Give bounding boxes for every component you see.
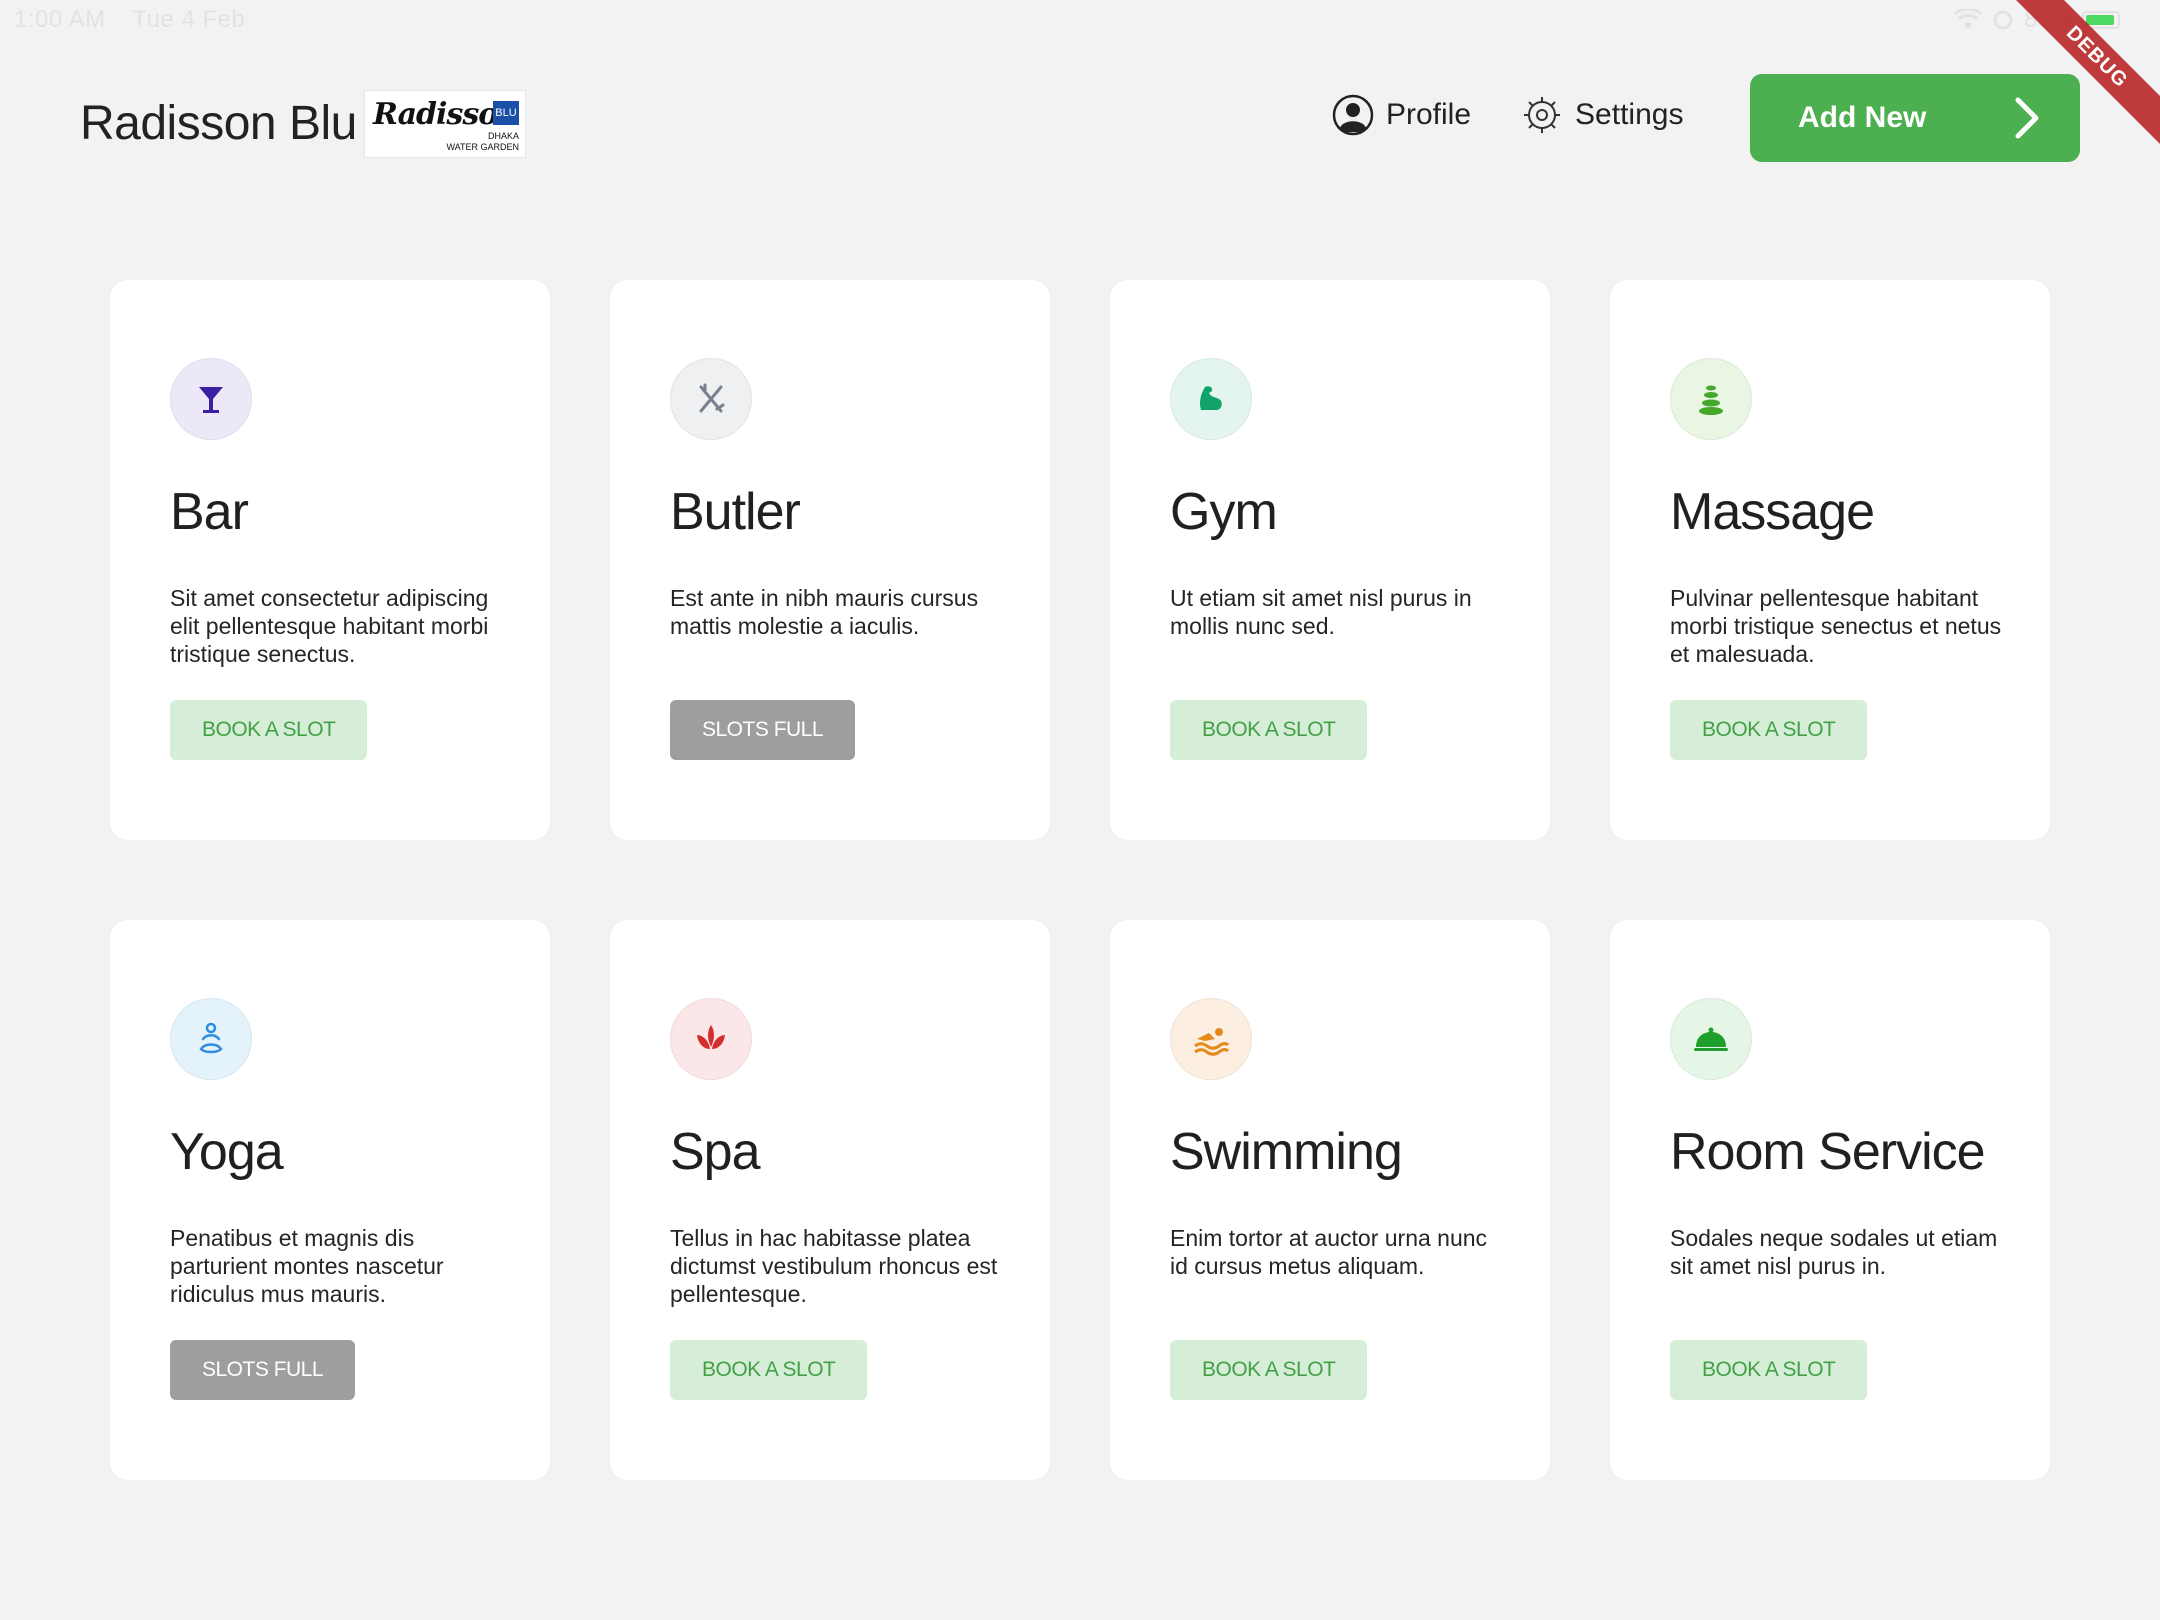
card-description: Enim tortor at auctor urna nunc id cursu… — [1170, 1225, 1488, 1279]
hotel-name: Radisson Blu — [80, 97, 357, 150]
logo-sub-line2: WATER GARDEN — [446, 142, 519, 152]
wifi-icon — [1953, 9, 1982, 29]
logo-sub-line1: DHAKA — [487, 131, 519, 141]
settings-link[interactable]: Settings — [1521, 94, 1683, 136]
logo-badge: BLU — [493, 101, 519, 125]
gear-icon — [1524, 97, 1561, 133]
user-icon — [1332, 94, 1374, 136]
massage-icon-badge — [1670, 358, 1752, 440]
spa-icon-badge — [670, 998, 752, 1080]
service-card-butler: Butler Est ante in nibh mauris cursus ma… — [610, 280, 1050, 840]
card-description: Pulvinar pellentesque habitant morbi tri… — [1670, 585, 2002, 667]
location-icon — [1993, 10, 2013, 30]
cocktail-icon — [199, 387, 223, 413]
status-date: Tue 4 Feb — [132, 6, 246, 33]
settings-label: Settings — [1575, 98, 1684, 131]
book-slot-button[interactable]: BOOK A SLOT — [170, 700, 368, 760]
card-title: Yoga — [170, 1123, 284, 1181]
profile-label: Profile — [1386, 98, 1472, 131]
service-card-massage: Massage Pulvinar pellentesque habitant m… — [1610, 280, 2050, 840]
header-nav: Profile Settings — [1332, 94, 1683, 136]
book-slot-button[interactable]: BOOK A SLOT — [1670, 1340, 1868, 1400]
service-card-spa: Spa Tellus in hac habitasse platea dictu… — [610, 920, 1050, 1480]
book-slot-button[interactable]: BOOK A SLOT — [1670, 700, 1868, 760]
card-title: Massage — [1670, 483, 1875, 541]
hotel-logo: Radisson BLU DHAKA WATER GARDEN — [364, 90, 526, 158]
service-card-gym: Gym Ut etiam sit amet nisl purus in moll… — [1110, 280, 1550, 840]
service-card-bar: Bar Sit amet consectetur adipiscing elit… — [110, 280, 550, 840]
status-left: 1:00 AM Tue 4 Feb — [14, 6, 265, 34]
card-description: Tellus in hac habitasse platea dictumst … — [670, 1225, 998, 1307]
card-title: Room Service — [1670, 1123, 1986, 1181]
book-slot-button[interactable]: BOOK A SLOT — [670, 1340, 868, 1400]
card-description: Penatibus et magnis dis parturient monte… — [170, 1225, 444, 1307]
card-title: Bar — [170, 483, 249, 541]
profile-link[interactable]: Profile — [1332, 94, 1471, 136]
card-description: Est ante in nibh mauris cursus mattis mo… — [670, 585, 979, 639]
chevron-right-icon — [2015, 97, 2039, 139]
swimming-icon-badge — [1170, 998, 1252, 1080]
card-title: Butler — [670, 483, 801, 541]
header: Radisson Blu Radisson BLU DHAKA WATER GA… — [0, 72, 2160, 182]
add-new-label: Add New — [1798, 101, 1927, 134]
gym-icon-badge — [1170, 358, 1252, 440]
yoga-icon-badge — [170, 998, 252, 1080]
logo-subtitle: DHAKA WATER GARDEN — [429, 131, 519, 153]
book-slot-button[interactable]: BOOK A SLOT — [1170, 700, 1368, 760]
butler-icon-badge — [670, 358, 752, 440]
card-title: Gym — [1170, 483, 1278, 541]
slots-full-button[interactable]: SLOTS FULL — [170, 1340, 356, 1400]
app-screen: 1:00 AM Tue 4 Feb 89% DEBUG Radisson Blu… — [0, 0, 2160, 1620]
card-description: Ut etiam sit amet nisl purus in mollis n… — [1170, 585, 1472, 639]
cloche-icon — [1694, 1027, 1728, 1051]
service-card-room-service: Room Service Sodales neque sodales ut et… — [1610, 920, 2050, 1480]
book-slot-button[interactable]: BOOK A SLOT — [1170, 1340, 1368, 1400]
card-title: Swimming — [1170, 1123, 1403, 1181]
spa-stones-icon — [1699, 385, 1723, 415]
flexed-arm-icon — [1200, 386, 1222, 410]
slots-full-button[interactable]: SLOTS FULL — [670, 700, 856, 760]
swimmer-icon — [1194, 1028, 1230, 1056]
status-time: 1:00 AM — [14, 6, 106, 33]
room-service-icon-badge — [1670, 998, 1752, 1080]
services-grid: Bar Sit amet consectetur adipiscing elit… — [110, 280, 2050, 1480]
card-description: Sodales neque sodales ut etiam sit amet … — [1670, 1225, 1998, 1279]
meditation-icon — [199, 1022, 223, 1054]
status-bar: 1:00 AM Tue 4 Feb 89% — [0, 0, 2160, 40]
add-new-button[interactable]: Add New — [1750, 74, 2080, 162]
card-description: Sit amet consectetur adipiscing elit pel… — [170, 585, 489, 667]
card-title: Spa — [670, 1123, 761, 1181]
lotus-icon — [697, 1025, 725, 1049]
service-card-swimming: Swimming Enim tortor at auctor urna nunc… — [1110, 920, 1550, 1480]
service-card-yoga: Yoga Penatibus et magnis dis parturient … — [110, 920, 550, 1480]
bar-icon-badge — [170, 358, 252, 440]
butler-tools-icon — [699, 383, 725, 413]
